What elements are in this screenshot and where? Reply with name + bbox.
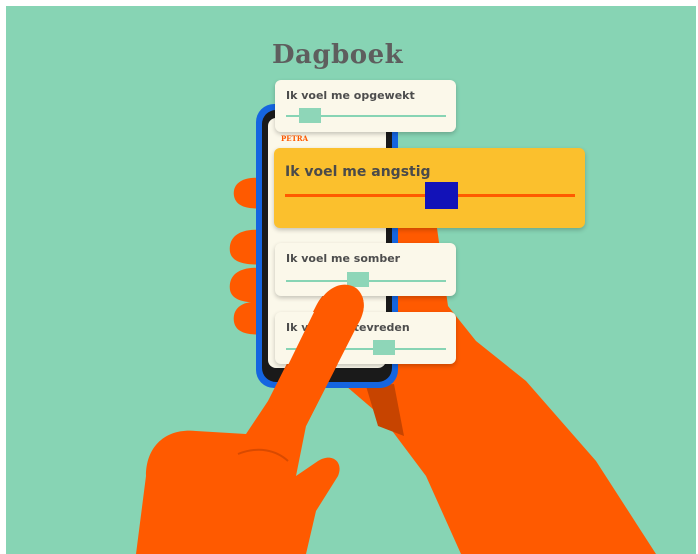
mood-card-label: Ik voel me angstig: [285, 164, 431, 180]
pointing-finger-overlay: [268, 284, 364, 426]
mood-card-angstig: Ik voel me angstig: [274, 148, 585, 228]
pointing-finger: [268, 284, 364, 426]
mood-slider-thumb[interactable]: [425, 182, 458, 209]
illustration-scene: Dagboek PETRA Ik voel me opgewekt Ik voe…: [6, 6, 696, 554]
